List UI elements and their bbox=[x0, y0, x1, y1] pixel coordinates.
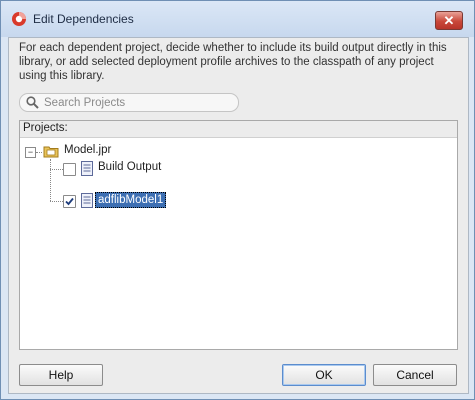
help-button-label: Help bbox=[48, 368, 74, 382]
build-output-checkbox[interactable] bbox=[63, 163, 76, 176]
projects-tree[interactable]: − Model.jpr Build Output adflibModel1 bbox=[20, 138, 457, 348]
cancel-button[interactable]: Cancel bbox=[373, 364, 457, 386]
tree-connector bbox=[50, 169, 63, 170]
build-output-item[interactable]: Build Output bbox=[96, 160, 163, 174]
oracle-app-icon bbox=[12, 12, 26, 26]
collapse-toggle[interactable]: − bbox=[25, 147, 36, 158]
project-model-jpr[interactable]: Model.jpr bbox=[64, 144, 111, 156]
tree-connector bbox=[50, 201, 63, 202]
project-folder-icon bbox=[43, 146, 59, 158]
search-field[interactable] bbox=[19, 93, 239, 112]
close-icon: ✕ bbox=[443, 13, 455, 28]
dialog-description: For each dependent project, decide wheth… bbox=[19, 42, 447, 82]
tree-connector bbox=[36, 152, 42, 153]
minus-icon: − bbox=[27, 147, 34, 157]
dialog-content: For each dependent project, decide wheth… bbox=[8, 37, 469, 394]
close-button[interactable]: ✕ bbox=[435, 11, 463, 30]
projects-panel: Projects: − Model.jpr Build Output adfli… bbox=[19, 120, 458, 350]
adflib-model1-checkbox[interactable] bbox=[63, 195, 76, 208]
window-title: Edit Dependencies bbox=[33, 12, 134, 26]
help-button[interactable]: Help bbox=[19, 364, 103, 386]
adflib-model1-item[interactable]: adflibModel1 bbox=[95, 192, 167, 208]
ok-button-label: OK bbox=[315, 368, 333, 382]
title-bar: Edit Dependencies ✕ bbox=[1, 1, 474, 37]
projects-label: Projects: bbox=[23, 122, 68, 134]
search-icon bbox=[26, 96, 39, 109]
projects-header: Projects: bbox=[20, 121, 457, 138]
document-icon bbox=[81, 161, 93, 176]
edit-dependencies-dialog: Edit Dependencies ✕ For each dependent p… bbox=[0, 0, 475, 400]
cancel-button-label: Cancel bbox=[396, 368, 434, 382]
tree-connector bbox=[50, 159, 51, 201]
check-icon bbox=[65, 197, 74, 206]
search-input[interactable] bbox=[44, 94, 230, 111]
document-icon bbox=[81, 193, 93, 208]
ok-button[interactable]: OK bbox=[282, 364, 366, 386]
